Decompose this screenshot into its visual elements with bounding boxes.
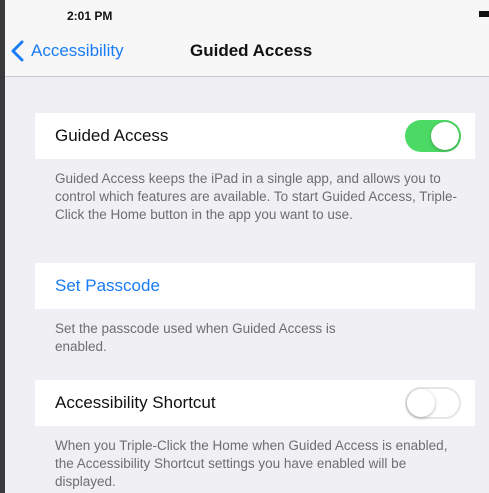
accessibility-shortcut-cell: Accessibility Shortcut (35, 380, 475, 426)
battery-icon (479, 11, 489, 17)
accessibility-shortcut-toggle[interactable] (405, 387, 461, 419)
guided-access-label: Guided Access (55, 126, 169, 145)
back-button[interactable]: Accessibility (9, 40, 124, 62)
toggle-knob (407, 389, 435, 417)
chevron-left-icon (11, 40, 24, 62)
page-title: Guided Access (190, 41, 313, 60)
guided-access-footer: Guided Access keeps the iPad in a single… (55, 171, 457, 222)
accessibility-shortcut-label: Accessibility Shortcut (55, 393, 216, 412)
guided-access-cell: Guided Access (35, 113, 475, 159)
accessibility-shortcut-footer: When you Triple-Click the Home when Guid… (55, 438, 448, 489)
back-button-label: Accessibility (31, 41, 124, 60)
status-time: 2:01 PM (67, 9, 113, 23)
guided-access-toggle[interactable] (405, 120, 461, 152)
set-passcode-link[interactable]: Set Passcode (55, 276, 160, 296)
settings-screen: 2:01 PM Accessibility Guided Access Guid… (5, 0, 489, 493)
navigation-bar: Accessibility Guided Access (5, 26, 489, 77)
set-passcode-cell[interactable]: Set Passcode (35, 263, 475, 309)
toggle-knob (431, 122, 459, 150)
status-bar: 2:01 PM (5, 0, 489, 26)
passcode-footer: Set the passcode used when Guided Access… (55, 321, 336, 354)
